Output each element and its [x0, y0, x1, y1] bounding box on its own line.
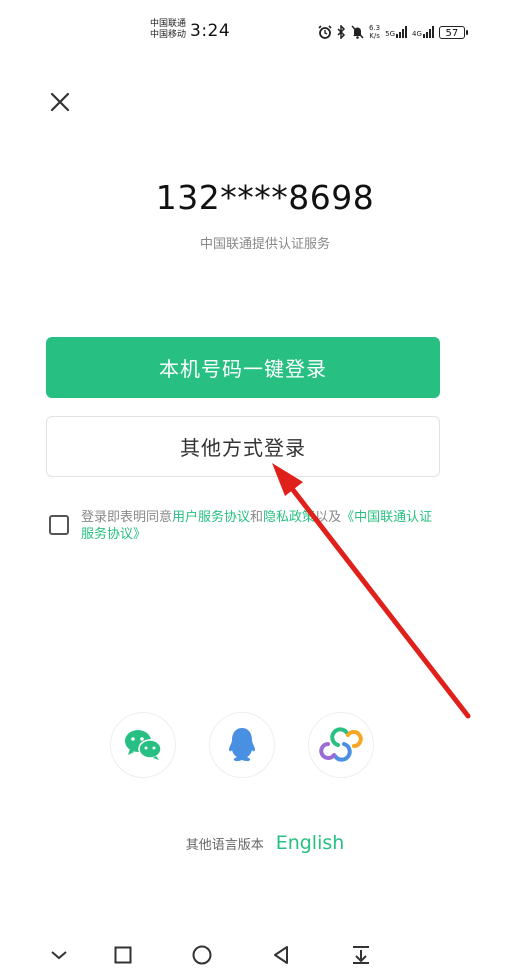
- bluetooth-icon: [337, 25, 346, 39]
- network-type-2: 4G: [412, 30, 422, 38]
- app-login-button[interactable]: [308, 712, 374, 778]
- signal-bars-icon: [396, 26, 408, 38]
- download-icon: [353, 946, 369, 964]
- nav-notification-button[interactable]: [346, 937, 376, 973]
- agreement-checkbox[interactable]: [49, 515, 69, 535]
- language-switch: 其他语言版本 English: [0, 832, 530, 854]
- status-icons: 6.3 K/s 5G 4G 57: [318, 22, 468, 42]
- masked-phone-number: 132****8698: [155, 178, 375, 217]
- english-link[interactable]: English: [276, 832, 345, 854]
- annotation-arrow: [272, 463, 471, 719]
- qq-icon: [229, 728, 255, 762]
- chevron-down-icon: [51, 951, 67, 960]
- wechat-login-button[interactable]: [110, 712, 176, 778]
- triangle-back-icon: [274, 946, 288, 964]
- one-click-login-button[interactable]: 本机号码一键登录: [46, 337, 440, 398]
- carrier-labels: 中国联通 中国移动: [150, 19, 186, 41]
- battery-indicator: 57: [438, 25, 468, 39]
- nav-home-button[interactable]: [187, 937, 217, 973]
- agreement-text: 登录即表明同意用户服务协议和隐私政策以及《中国联通认证服务协议》: [81, 509, 441, 543]
- status-time: 3:24: [190, 21, 231, 41]
- agreement-prefix: 登录即表明同意: [81, 510, 173, 525]
- signal-1: 5G: [385, 26, 408, 38]
- nav-back-button[interactable]: [266, 937, 296, 973]
- language-label: 其他语言版本: [185, 838, 264, 853]
- carrier-2: 中国移动: [150, 30, 187, 40]
- agreement-and-also: 以及: [315, 510, 342, 525]
- circle-icon: [192, 945, 212, 965]
- agreement-and: 和: [250, 510, 264, 525]
- other-login-button[interactable]: 其他方式登录: [46, 416, 440, 477]
- network-speed: 6.3 K/s: [369, 24, 381, 40]
- system-nav-bar: [0, 937, 530, 973]
- close-button[interactable]: [46, 88, 74, 116]
- nav-collapse-button[interactable]: [44, 937, 74, 973]
- app-logo-icon: [319, 727, 363, 762]
- provider-text: 中国联通提供认证服务: [199, 237, 330, 252]
- carrier-1: 中国联通: [150, 19, 187, 29]
- signal-bars-icon: [422, 26, 434, 38]
- wechat-icon: [125, 730, 162, 760]
- network-type-1: 5G: [385, 30, 396, 38]
- mute-bell-icon: [351, 25, 364, 39]
- qq-login-button[interactable]: [209, 712, 275, 778]
- close-icon: [50, 92, 70, 112]
- square-icon: [114, 946, 132, 964]
- nav-recents-button[interactable]: [108, 937, 138, 973]
- signal-2: 4G: [412, 26, 434, 38]
- alarm-icon: [318, 25, 332, 39]
- user-agreement-link[interactable]: 用户服务协议: [172, 510, 250, 525]
- privacy-policy-link[interactable]: 隐私政策: [263, 510, 315, 525]
